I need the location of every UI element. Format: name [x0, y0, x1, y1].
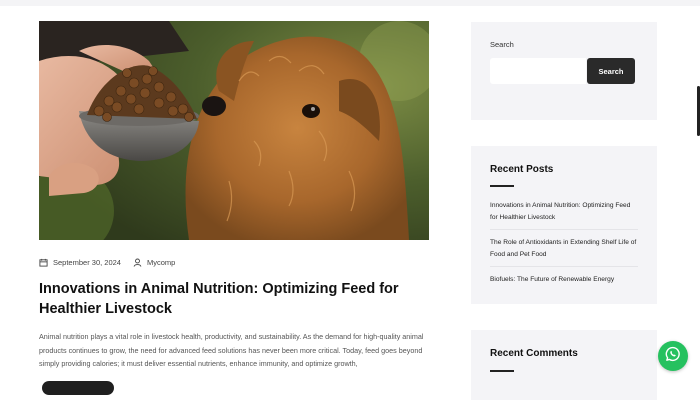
post-excerpt: Animal nutrition plays a vital role in l… — [39, 332, 424, 368]
whatsapp-icon — [665, 346, 681, 367]
recent-posts-title: Recent Posts — [490, 164, 554, 175]
recent-comments-title: Recent Comments — [490, 348, 578, 359]
post-title[interactable]: Innovations in Animal Nutrition: Optimiz… — [39, 279, 439, 319]
calendar-icon — [39, 258, 48, 267]
recent-posts-list: Innovations in Animal Nutrition: Optimiz… — [490, 199, 638, 297]
search-input[interactable] — [490, 58, 586, 84]
recent-post-link[interactable]: The Role of Antioxidants in Extending Sh… — [490, 236, 638, 267]
whatsapp-button[interactable] — [658, 341, 688, 371]
post-author[interactable]: Mycomp — [147, 258, 175, 267]
post-date[interactable]: September 30, 2024 — [53, 258, 121, 267]
title-underline — [490, 370, 514, 372]
recent-comments-widget: Recent Comments — [471, 330, 657, 400]
featured-image[interactable] — [39, 21, 429, 240]
title-underline — [490, 185, 514, 187]
search-widget: Search Search — [471, 22, 657, 120]
top-bar-strip — [0, 0, 700, 6]
read-more-button[interactable] — [42, 381, 114, 395]
post-meta: September 30, 2024 Mycomp — [39, 258, 175, 267]
recent-post-link[interactable]: Biofuels: The Future of Renewable Energy — [490, 273, 638, 291]
search-button[interactable]: Search — [587, 58, 635, 84]
recent-post-link[interactable]: Innovations in Animal Nutrition: Optimiz… — [490, 199, 638, 230]
search-label: Search — [490, 40, 514, 49]
user-icon — [133, 258, 142, 267]
dog-eating-feed-photo — [39, 21, 429, 240]
recent-posts-widget: Recent Posts Innovations in Animal Nutri… — [471, 146, 657, 304]
